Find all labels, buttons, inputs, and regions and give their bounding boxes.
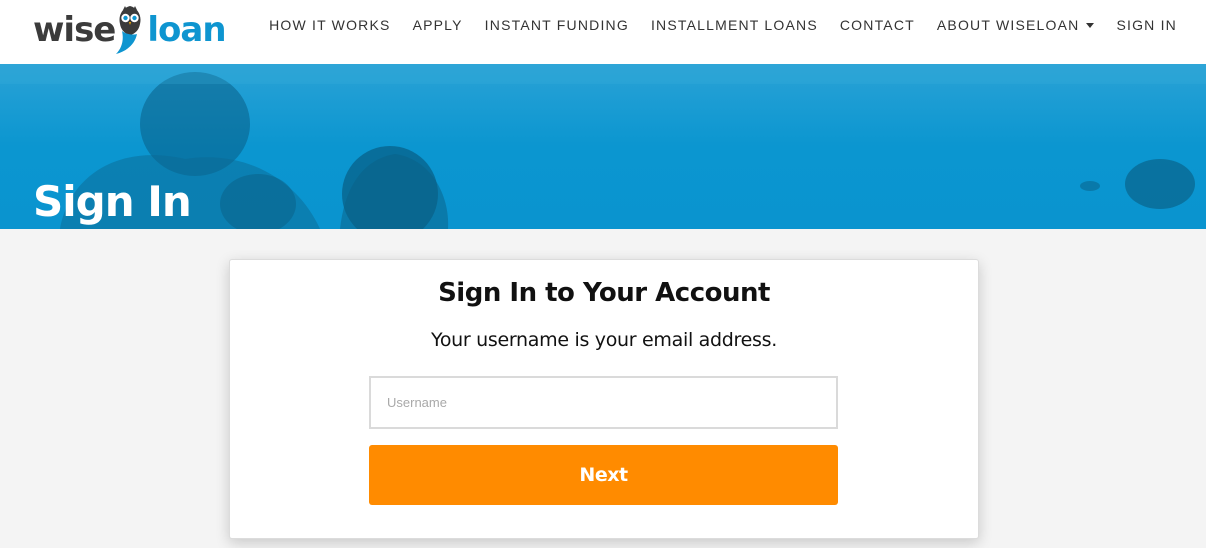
logo-text-loan: loan	[147, 10, 226, 50]
main-nav: HOW IT WORKS APPLY INSTANT FUNDING INSTA…	[269, 14, 1177, 34]
owl-icon	[116, 6, 141, 54]
nav-label: CONTACT	[839, 17, 915, 33]
sign-in-card: Sign In to Your Account Your username is…	[229, 259, 979, 539]
nav-label: HOW IT WORKS	[269, 17, 391, 33]
nav-label: INSTANT FUNDING	[484, 17, 629, 33]
caret-down-icon	[1086, 22, 1095, 28]
wiseloan-logo[interactable]: wise loan	[33, 4, 227, 56]
nav-sign-in[interactable]: SIGN IN	[1116, 14, 1177, 34]
nav-contact[interactable]: CONTACT	[840, 14, 915, 34]
nav-how-it-works[interactable]: HOW IT WORKS	[269, 14, 390, 34]
nav-about-wiseloan[interactable]: ABOUT WISELOAN	[937, 14, 1095, 34]
logo-text-wise: wise	[33, 10, 116, 50]
site-header: wise loan HOW IT WORKS APPLY INSTANT FUN…	[0, 0, 1206, 64]
card-title: Sign In to Your Account	[438, 278, 770, 308]
nav-label: SIGN IN	[1116, 17, 1177, 33]
username-input[interactable]	[369, 376, 838, 429]
page-title: Sign In	[33, 177, 192, 226]
next-button[interactable]: Next	[369, 445, 838, 505]
nav-label: INSTALLMENT LOANS	[650, 17, 818, 33]
nav-label: APPLY	[412, 17, 463, 33]
hero-banner: Sign In	[0, 64, 1206, 229]
nav-apply[interactable]: APPLY	[413, 14, 463, 34]
card-subtitle: Your username is your email address.	[431, 329, 777, 351]
nav-installment-loans[interactable]: INSTALLMENT LOANS	[651, 14, 818, 34]
nav-label: ABOUT WISELOAN	[936, 17, 1080, 33]
nav-instant-funding[interactable]: INSTANT FUNDING	[485, 14, 629, 34]
